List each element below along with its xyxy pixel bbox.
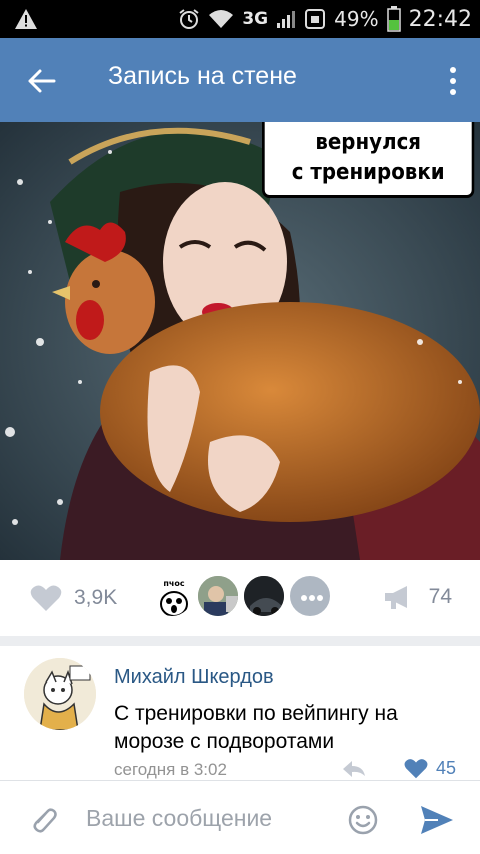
comment-item: Михайл Шкердов С тренировки по вейпингу … — [0, 646, 480, 780]
section-divider — [0, 636, 480, 646]
caption-line-1: вернулся — [315, 130, 422, 155]
message-input[interactable] — [86, 799, 336, 837]
message-composer — [0, 780, 480, 854]
app-bar: Запись на стене — [0, 38, 480, 122]
comment-text: С тренировки по вейпингу на морозе с под… — [114, 702, 398, 753]
wifi-icon — [209, 10, 234, 28]
comment-like-button[interactable]: 45 — [404, 758, 456, 779]
liker-avatar-1[interactable]: пчос — [150, 574, 194, 618]
back-arrow-icon[interactable] — [26, 66, 56, 96]
comment-likes-count: 45 — [435, 758, 456, 778]
emoji-icon[interactable] — [348, 805, 378, 835]
cellular-signal-icon — [277, 11, 296, 28]
reposts-count: 74 — [428, 585, 452, 608]
liker-avatar-2[interactable] — [196, 574, 240, 618]
image-caption: вернулся с тренировки — [262, 122, 475, 198]
clock: 22:42 — [408, 6, 472, 32]
like-button[interactable]: 3,9K — [30, 584, 117, 612]
network-type: 3G — [242, 9, 269, 29]
status-bar: 3G 49% 22:42 — [0, 0, 480, 38]
post-actions: 3,9K пчос 74 — [0, 560, 480, 636]
heart-filled-icon — [404, 759, 428, 779]
more-likers-button[interactable] — [288, 574, 332, 618]
liker-avatar-3[interactable] — [242, 574, 286, 618]
comment-author-avatar[interactable] — [24, 658, 96, 730]
page-title: Запись на стене — [108, 62, 297, 90]
repost-button[interactable]: 74 — [383, 584, 452, 610]
likes-count: 3,9K — [74, 586, 118, 609]
megaphone-icon — [384, 586, 407, 609]
attachment-clip-icon[interactable] — [28, 805, 58, 835]
liker-sticker-text: пчос — [163, 579, 185, 588]
comment-time: сегодня в 3:02 — [114, 760, 227, 779]
alarm-icon — [179, 9, 199, 29]
battery-icon — [386, 6, 401, 32]
more-options-icon[interactable] — [448, 66, 458, 96]
heart-icon — [30, 585, 62, 611]
caption-line-2: с тренировки — [291, 160, 445, 185]
battery-percent: 49% — [334, 7, 379, 31]
sim-icon — [305, 9, 326, 29]
warning-icon — [15, 9, 37, 29]
comment-author-name[interactable]: Михайл Шкердов — [114, 666, 274, 689]
reply-icon[interactable] — [342, 760, 366, 778]
send-icon[interactable] — [420, 805, 454, 835]
